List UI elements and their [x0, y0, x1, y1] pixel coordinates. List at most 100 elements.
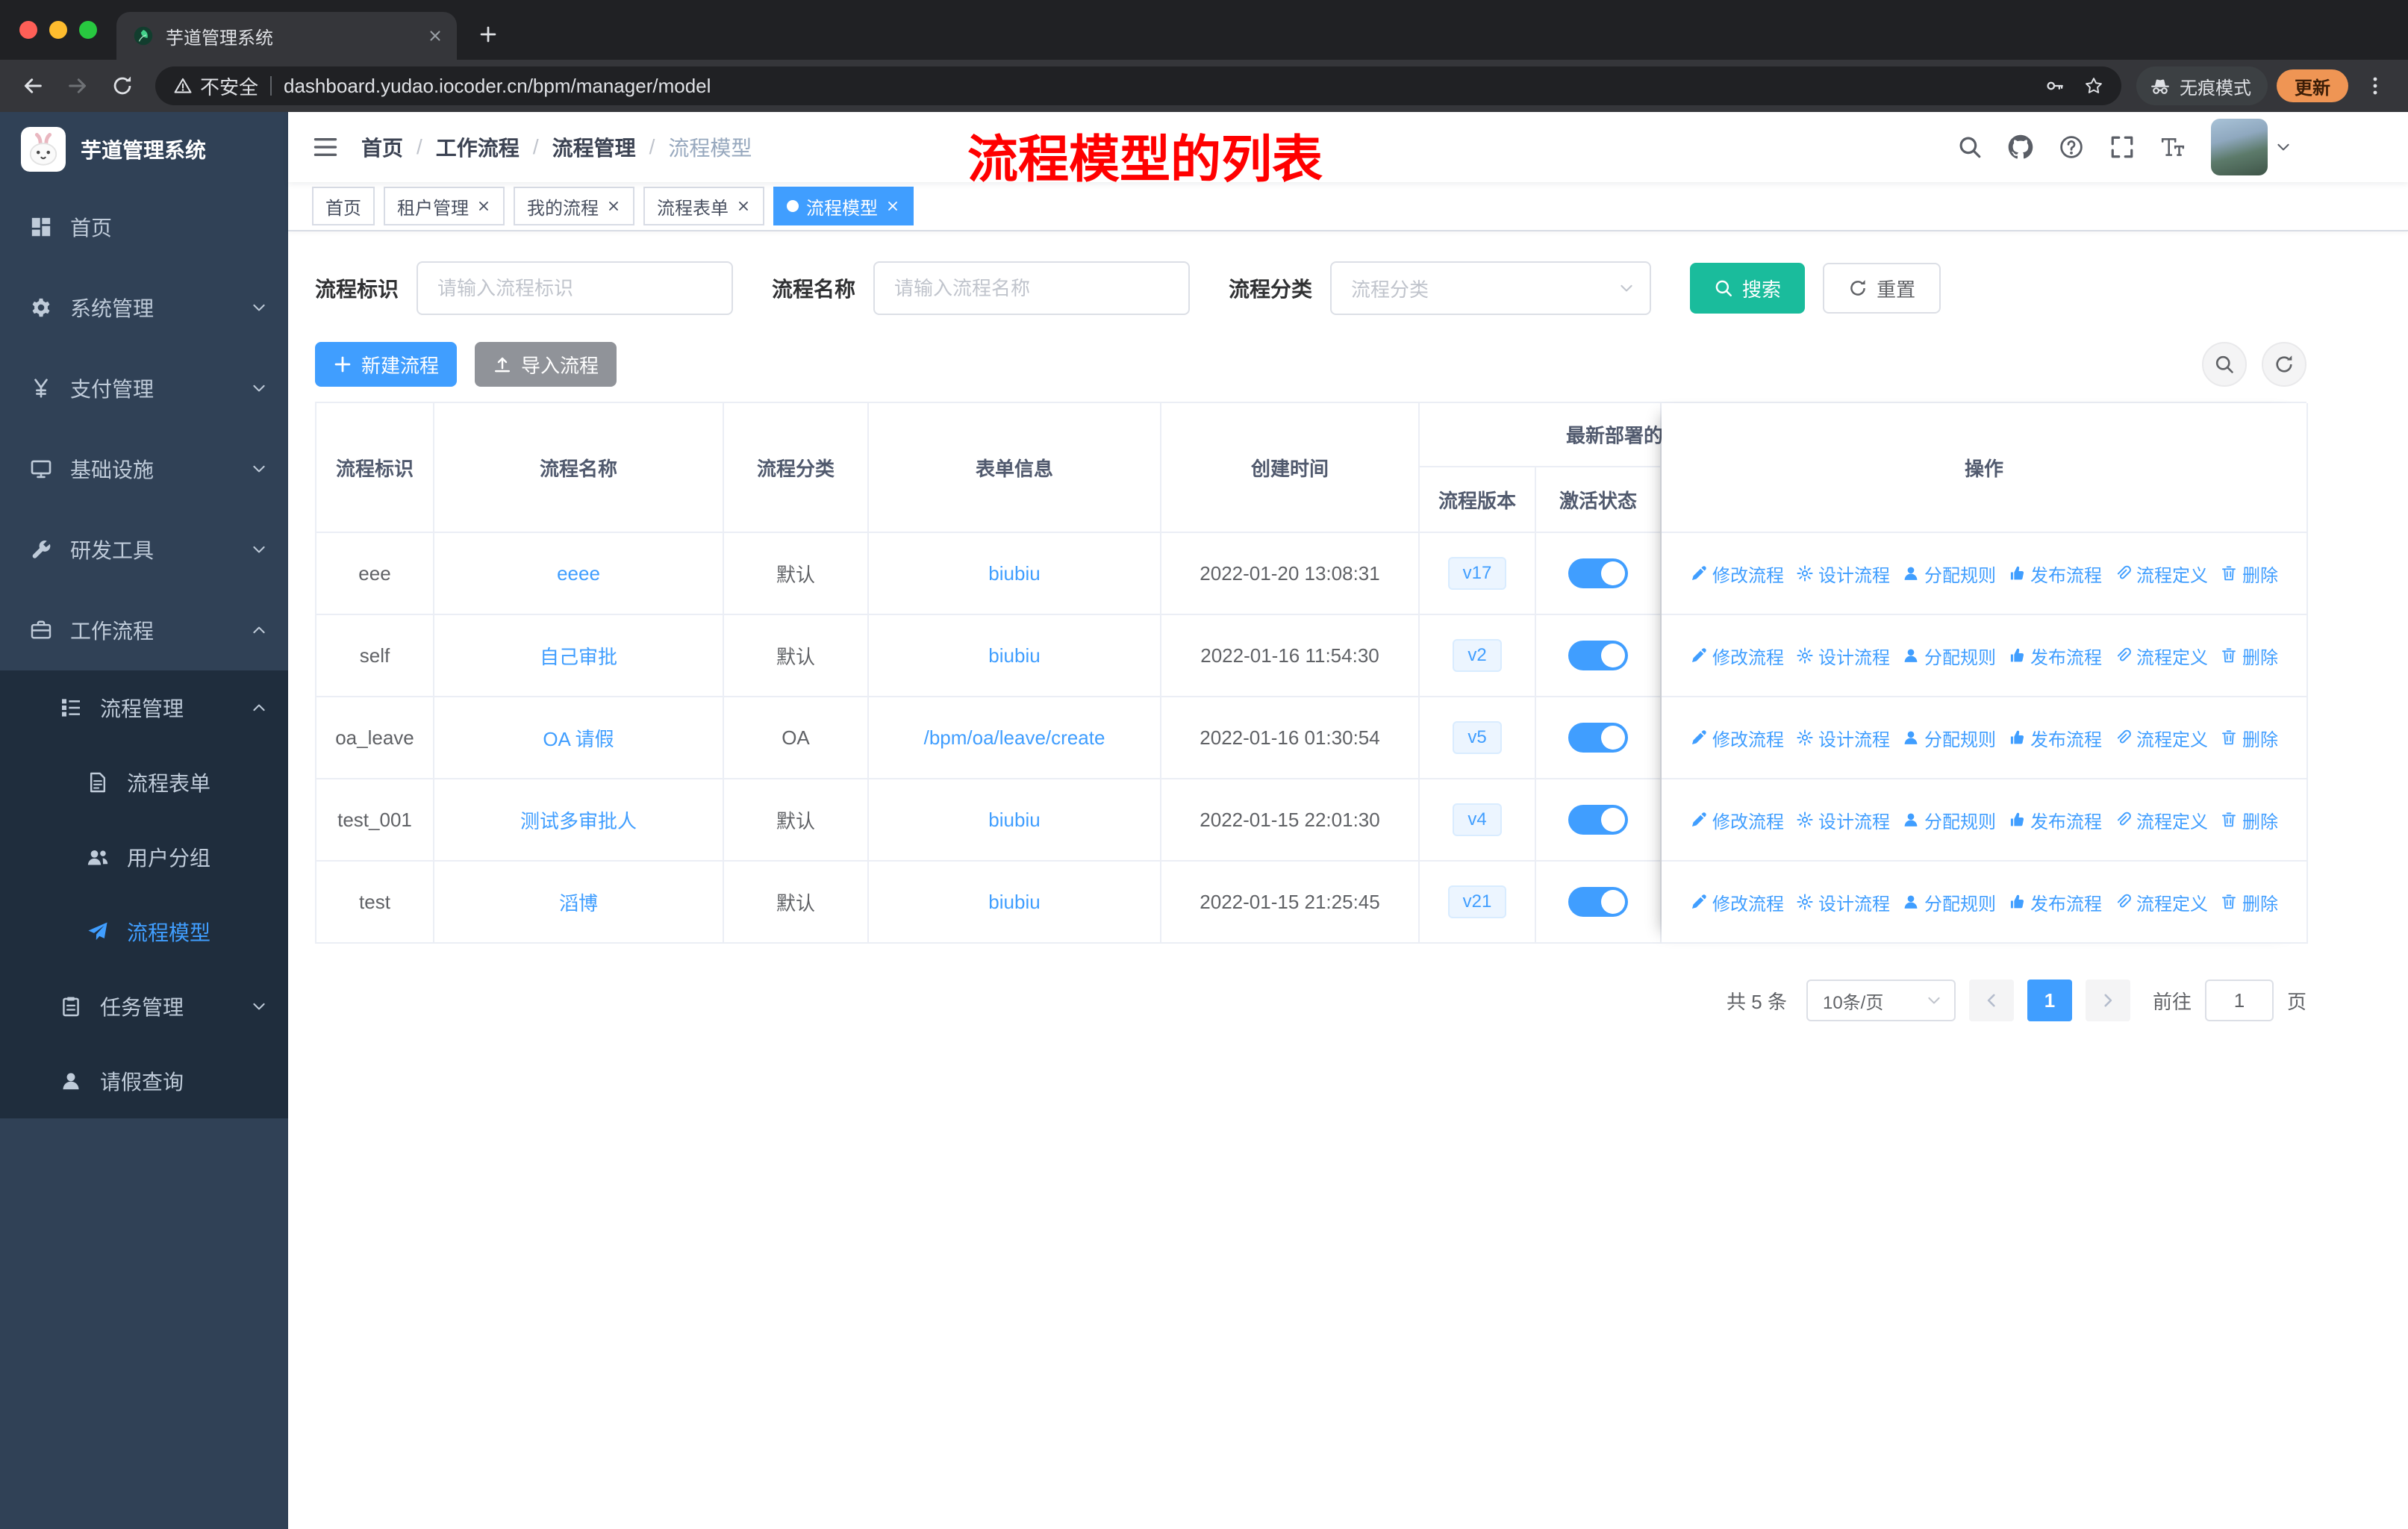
process-name-link[interactable]: 自己审批	[540, 642, 617, 670]
sidebar-item-system-management[interactable]: 系统管理	[0, 267, 288, 348]
active-status-toggle[interactable]	[1568, 558, 1628, 588]
import-process-button[interactable]: 导入流程	[475, 342, 617, 387]
incognito-badge[interactable]: 无痕模式	[2136, 66, 2268, 105]
tag-close-icon[interactable]	[606, 199, 621, 214]
reload-button[interactable]	[105, 68, 140, 104]
publish-process-action-link[interactable]: 发布流程	[2008, 807, 2102, 833]
sidebar-item-user-group[interactable]: 用户分组	[0, 820, 288, 894]
assign-rule-action-link[interactable]: 分配规则	[1902, 725, 1996, 751]
tag-close-icon[interactable]	[736, 199, 751, 214]
process-definition-action-link[interactable]: 流程定义	[2114, 889, 2208, 915]
new-tab-button[interactable]	[469, 15, 508, 54]
assign-rule-action-link[interactable]: 分配规则	[1902, 561, 1996, 587]
fullscreen-icon[interactable]	[2109, 134, 2135, 160]
forward-button[interactable]	[60, 68, 96, 104]
tag-process-model[interactable]: 流程模型	[773, 187, 914, 225]
sidebar-item-process-management[interactable]: 流程管理	[0, 670, 288, 745]
update-button[interactable]: 更新	[2277, 69, 2348, 102]
publish-process-action-link[interactable]: 发布流程	[2008, 643, 2102, 669]
security-indicator[interactable]: 不安全	[173, 72, 258, 100]
delete-action-link[interactable]: 删除	[2220, 807, 2278, 833]
user-avatar[interactable]	[2211, 119, 2292, 175]
process-definition-action-link[interactable]: 流程定义	[2114, 807, 2208, 833]
hamburger-icon[interactable]	[312, 134, 339, 161]
browser-tab[interactable]: 芋道管理系统	[116, 12, 457, 60]
design-process-action-link[interactable]: 设计流程	[1796, 561, 1890, 587]
sidebar-item-home[interactable]: 首页	[0, 187, 288, 267]
delete-action-link[interactable]: 删除	[2220, 725, 2278, 751]
text-size-icon[interactable]	[2160, 134, 2186, 160]
tab-close-icon[interactable]	[427, 28, 443, 44]
tag-my-process[interactable]: 我的流程	[514, 187, 634, 225]
process-definition-action-link[interactable]: 流程定义	[2114, 725, 2208, 751]
design-process-action-link[interactable]: 设计流程	[1796, 807, 1890, 833]
minimize-window-button[interactable]	[49, 21, 67, 39]
tag-close-icon[interactable]	[885, 199, 900, 214]
form-info-link[interactable]: biubiu	[988, 644, 1040, 667]
process-name-link[interactable]: eeee	[557, 562, 600, 585]
prev-page-button[interactable]	[1968, 980, 2014, 1021]
delete-action-link[interactable]: 删除	[2220, 561, 2278, 587]
page-size-select[interactable]: 10条/页	[1806, 980, 1956, 1021]
github-icon[interactable]	[2008, 134, 2033, 160]
sidebar-item-payment-management[interactable]: 支付管理	[0, 348, 288, 429]
help-icon[interactable]	[2059, 134, 2084, 160]
process-key-input[interactable]	[417, 261, 734, 315]
form-info-link[interactable]: /bpm/oa/leave/create	[924, 726, 1105, 750]
active-status-toggle[interactable]	[1568, 723, 1628, 753]
form-info-link[interactable]: biubiu	[988, 809, 1040, 832]
process-name-input[interactable]	[873, 261, 1191, 315]
reset-button[interactable]: 重置	[1823, 263, 1941, 314]
app-logo[interactable]: 芋道管理系统	[0, 112, 288, 187]
assign-rule-action-link[interactable]: 分配规则	[1902, 807, 1996, 833]
assign-rule-action-link[interactable]: 分配规则	[1902, 643, 1996, 669]
delete-action-link[interactable]: 删除	[2220, 643, 2278, 669]
close-window-button[interactable]	[19, 21, 37, 39]
breadcrumb-item[interactable]: 工作流程	[436, 132, 520, 162]
active-status-toggle[interactable]	[1568, 641, 1628, 670]
active-status-toggle[interactable]	[1568, 805, 1628, 835]
sidebar-item-infrastructure[interactable]: 基础设施	[0, 429, 288, 509]
toggle-search-button[interactable]	[2202, 342, 2247, 387]
sidebar-item-leave-query[interactable]: 请假查询	[0, 1044, 288, 1118]
tag-home[interactable]: 首页	[312, 187, 375, 225]
page-1-button[interactable]: 1	[2027, 980, 2072, 1021]
bookmark-star-icon[interactable]	[2084, 76, 2103, 96]
modify-process-action-link[interactable]: 修改流程	[1690, 725, 1784, 751]
browser-menu-button[interactable]	[2357, 68, 2393, 104]
active-status-toggle[interactable]	[1568, 887, 1628, 917]
sidebar-item-process-model[interactable]: 流程模型	[0, 894, 288, 969]
design-process-action-link[interactable]: 设计流程	[1796, 725, 1890, 751]
design-process-action-link[interactable]: 设计流程	[1796, 643, 1890, 669]
modify-process-action-link[interactable]: 修改流程	[1690, 561, 1784, 587]
process-definition-action-link[interactable]: 流程定义	[2114, 561, 2208, 587]
delete-action-link[interactable]: 删除	[2220, 889, 2278, 915]
next-page-button[interactable]	[2085, 980, 2130, 1021]
publish-process-action-link[interactable]: 发布流程	[2008, 889, 2102, 915]
breadcrumb-item[interactable]: 流程管理	[552, 132, 636, 162]
tag-tenant-management[interactable]: 租户管理	[384, 187, 505, 225]
back-button[interactable]	[15, 68, 51, 104]
address-bar[interactable]: 不安全 dashboard.yudao.iocoder.cn/bpm/manag…	[155, 66, 2121, 105]
sidebar-item-process-form[interactable]: 流程表单	[0, 745, 288, 820]
sidebar-item-workflow[interactable]: 工作流程	[0, 590, 288, 670]
search-icon[interactable]	[1957, 134, 1983, 160]
process-category-select[interactable]: 流程分类	[1330, 261, 1652, 315]
form-info-link[interactable]: biubiu	[988, 891, 1040, 914]
assign-rule-action-link[interactable]: 分配规则	[1902, 889, 1996, 915]
breadcrumb-item[interactable]: 首页	[361, 132, 403, 162]
modify-process-action-link[interactable]: 修改流程	[1690, 643, 1784, 669]
process-name-link[interactable]: 测试多审批人	[520, 806, 637, 834]
modify-process-action-link[interactable]: 修改流程	[1690, 807, 1784, 833]
process-name-link[interactable]: OA 请假	[543, 724, 614, 752]
process-definition-action-link[interactable]: 流程定义	[2114, 643, 2208, 669]
password-key-icon[interactable]	[2045, 76, 2065, 96]
create-process-button[interactable]: 新建流程	[315, 342, 458, 387]
tag-process-form[interactable]: 流程表单	[643, 187, 764, 225]
publish-process-action-link[interactable]: 发布流程	[2008, 725, 2102, 751]
publish-process-action-link[interactable]: 发布流程	[2008, 561, 2102, 587]
tag-close-icon[interactable]	[476, 199, 491, 214]
sidebar-item-dev-tools[interactable]: 研发工具	[0, 509, 288, 590]
sidebar-item-task-management[interactable]: 任务管理	[0, 969, 288, 1044]
zoom-window-button[interactable]	[79, 21, 97, 39]
